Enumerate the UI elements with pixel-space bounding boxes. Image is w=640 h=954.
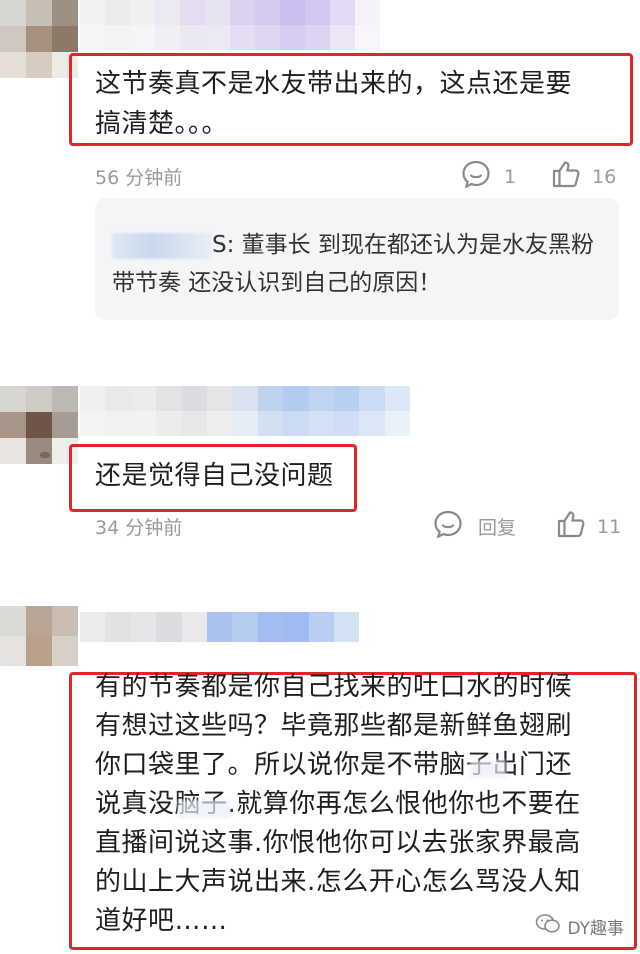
reply-username-blurred — [112, 232, 212, 259]
wechat-icon — [535, 913, 561, 940]
reply-text-line2: 带节奏 还没认识到自己的原因！ — [112, 270, 442, 296]
thumbs-up-icon — [555, 508, 587, 545]
username-blurred[interactable] — [80, 386, 411, 436]
reply-text-line1: S: 董事长 到现在都还认为是水友黑粉 — [212, 232, 594, 258]
comment-1: 这节奏真不是水友带出来的，这点还是要 搞清楚。。。 56 分钟前 1 16 S:… — [0, 0, 640, 340]
text-blur-mark — [470, 760, 506, 778]
comment-text-line: 道好吧…… — [95, 906, 228, 936]
comment-bubble-icon — [432, 508, 464, 545]
comment-time: 34 分钟前 — [95, 517, 183, 539]
text-blur-mark — [178, 800, 230, 818]
comment-text: 还是觉得自己没问题 — [95, 461, 334, 491]
avatar[interactable] — [0, 606, 78, 666]
comment-text-line: 搞清楚。。。 — [95, 109, 229, 139]
avatar[interactable] — [0, 386, 78, 464]
comment-time: 56 分钟前 — [95, 167, 183, 189]
comment-text-line: 这节奏真不是水友带出来的，这点还是要 — [95, 69, 573, 99]
comment-text-line: 有想过这些吗？毕竟那些都是新鲜鱼翅刷 — [95, 711, 573, 741]
comment-text-line: 有的节奏都是你自己找来的吐口水的时候 — [95, 672, 573, 702]
reply-label: 回复 — [478, 517, 517, 539]
comment-text-line: 你口袋里了。所以说你是不带脑子出门还 — [95, 750, 573, 780]
reply-button[interactable]: 1 — [460, 158, 516, 195]
comment-3: 有的节奏都是你自己找来的吐口水的时候 有想过这些吗？毕竟那些都是新鲜鱼翅刷 你口… — [0, 600, 640, 954]
like-count: 11 — [597, 515, 622, 538]
reply-count: 1 — [504, 165, 517, 188]
username-blurred[interactable] — [80, 0, 380, 50]
like-button[interactable]: 16 — [550, 158, 616, 195]
comment-bubble-icon — [460, 158, 492, 195]
watermark: DY趣事 — [535, 913, 624, 940]
reply-button[interactable]: 回复 — [432, 508, 516, 545]
username-blurred[interactable] — [80, 612, 360, 642]
watermark-label: DY趣事 — [567, 919, 624, 939]
comment-text-line: 的山上大声说出来.怎么开心怎么骂没人知 — [95, 867, 581, 897]
like-button[interactable]: 11 — [555, 508, 621, 545]
avatar-badge — [40, 452, 50, 458]
comment-text-line: 直播间说这事.你恨他你可以去张家界最高 — [95, 828, 581, 858]
comment-text-line: 说真没脑子.就算你再怎么恨他你也不要在 — [95, 789, 581, 819]
like-count: 16 — [592, 165, 617, 188]
comment-2: 还是觉得自己没问题 34 分钟前 回复 11 — [0, 380, 640, 570]
avatar[interactable] — [0, 0, 78, 78]
reply-text-line: S: 董事长 到现在都还认为是水友黑粉 — [112, 226, 594, 264]
reply-text: S: 董事长 到现在都还认为是水友黑粉 带节奏 还没认识到自己的原因！ — [112, 226, 594, 302]
comment-text: 这节奏真不是水友带出来的，这点还是要 搞清楚。。。 — [95, 64, 572, 144]
comment-text: 有的节奏都是你自己找来的吐口水的时候 有想过这些吗？毕竟那些都是新鲜鱼翅刷 你口… — [95, 668, 581, 941]
thumbs-up-icon — [550, 158, 582, 195]
